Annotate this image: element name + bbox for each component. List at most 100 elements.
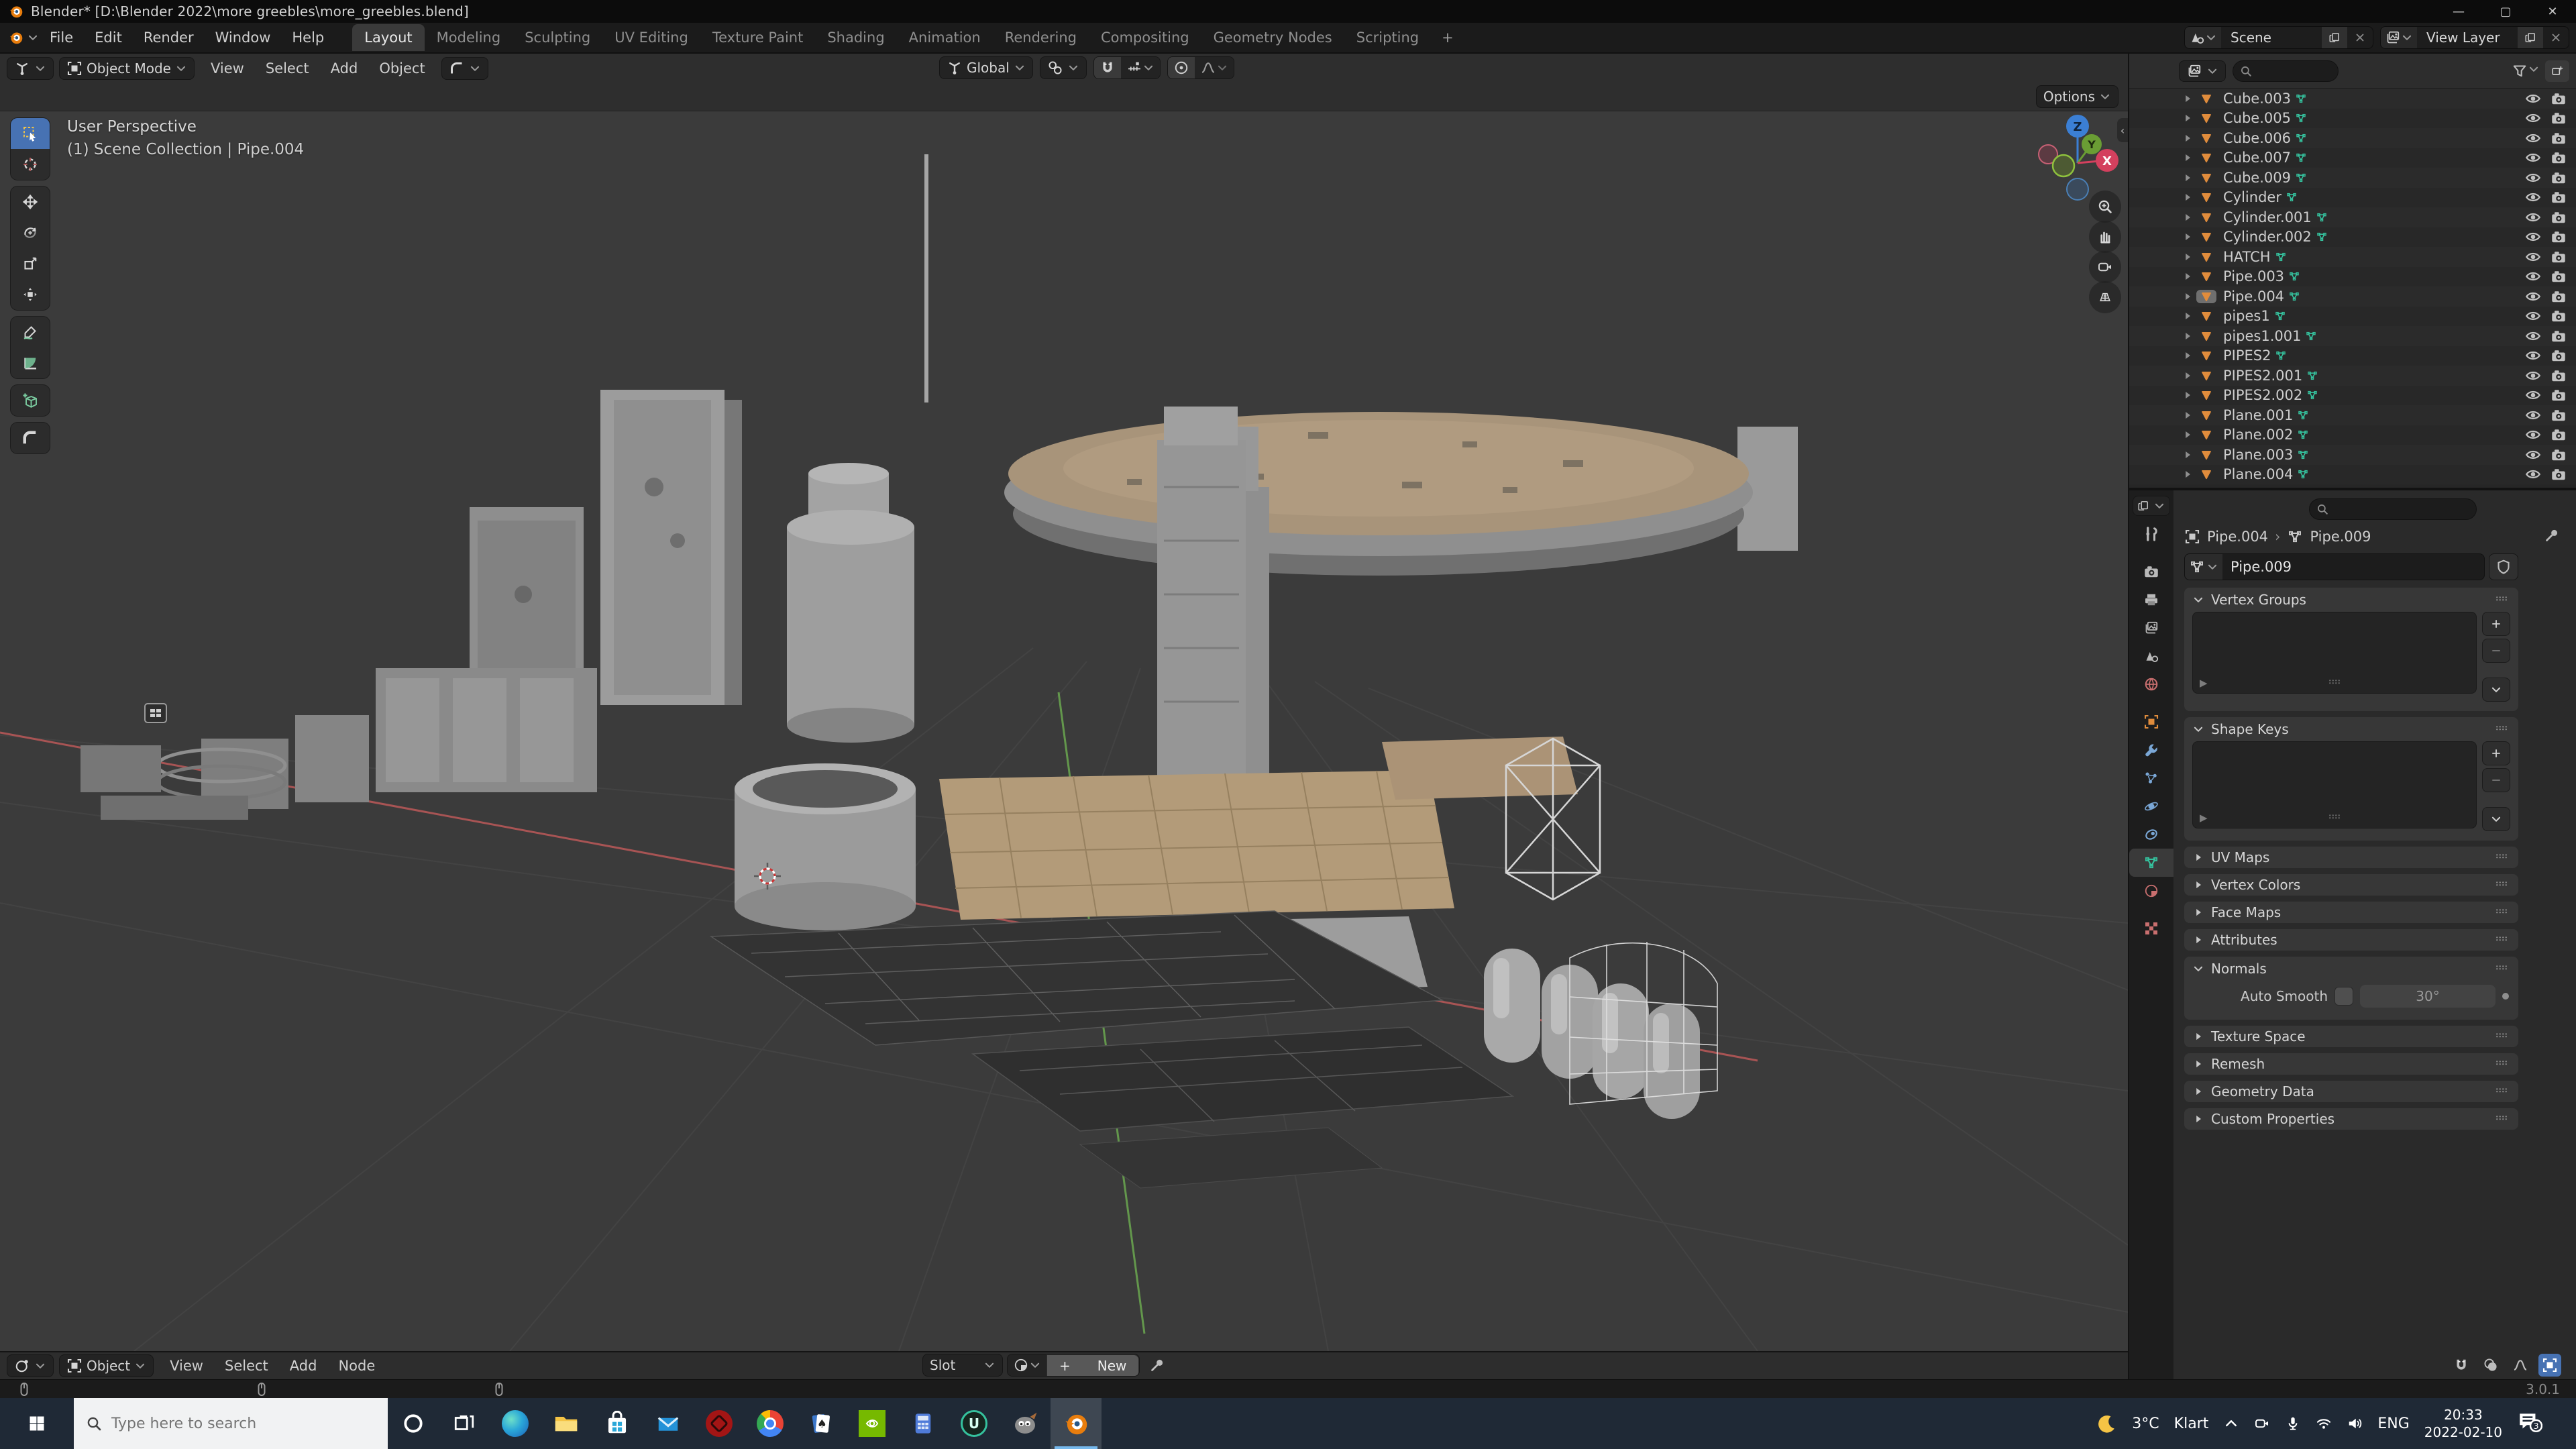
maximize-button[interactable]: ▢ bbox=[2482, 0, 2529, 23]
notification-center-button[interactable]: 3 bbox=[2517, 1410, 2546, 1437]
section-vertex-colors[interactable]: Vertex Colors bbox=[2184, 874, 2518, 896]
scale-tool[interactable] bbox=[11, 248, 50, 279]
measure-tool[interactable] bbox=[11, 347, 50, 378]
drag-grip-icon[interactable] bbox=[2493, 849, 2510, 865]
disable-in-render-camera-icon[interactable] bbox=[2551, 447, 2567, 463]
tab-physics[interactable] bbox=[2129, 792, 2174, 820]
section-header[interactable]: Shape Keys bbox=[2192, 717, 2510, 741]
disable-in-render-camera-icon[interactable] bbox=[2551, 170, 2567, 186]
hide-in-viewport-eye-icon[interactable] bbox=[2525, 110, 2541, 126]
viewport-3d-scene[interactable] bbox=[0, 111, 2128, 1351]
auto-smooth-checkbox[interactable] bbox=[2334, 987, 2353, 1006]
outliner-row[interactable]: HATCH bbox=[2129, 247, 2576, 267]
breadcrumb-object[interactable]: Pipe.004 bbox=[2207, 529, 2268, 545]
browse-material-dropdown[interactable] bbox=[1008, 1354, 1046, 1376]
taskbar-search-input[interactable] bbox=[111, 1415, 353, 1432]
overlays-icon[interactable] bbox=[2479, 1354, 2502, 1377]
disable-in-render-camera-icon[interactable] bbox=[2551, 328, 2567, 344]
outliner-row[interactable]: Cube.009 bbox=[2129, 168, 2576, 188]
object-name[interactable]: PIPES2 bbox=[2223, 347, 2271, 364]
workspace-tab[interactable]: Modeling bbox=[425, 24, 513, 51]
workspace-tab[interactable]: Layout bbox=[352, 24, 424, 51]
object-name[interactable]: Plane.001 bbox=[2223, 407, 2293, 423]
hidden-icons-chevron[interactable] bbox=[2223, 1415, 2239, 1432]
taskbar-app-task-view[interactable] bbox=[439, 1398, 490, 1449]
taskbar-app-game[interactable] bbox=[694, 1398, 745, 1449]
drag-grip-icon[interactable] bbox=[2493, 904, 2510, 920]
outliner-row[interactable]: pipes1 bbox=[2129, 307, 2576, 327]
volume-icon[interactable] bbox=[2347, 1415, 2363, 1432]
tab-material[interactable] bbox=[2129, 877, 2174, 905]
menu-item[interactable]: View bbox=[200, 56, 255, 80]
new-view-layer-button[interactable] bbox=[2518, 27, 2543, 48]
tab-scene[interactable] bbox=[2129, 642, 2174, 670]
section-custom-properties[interactable]: Custom Properties bbox=[2184, 1108, 2518, 1130]
drag-grip-icon[interactable] bbox=[2493, 592, 2510, 608]
drag-grip-icon[interactable] bbox=[2493, 1028, 2510, 1044]
outliner-row[interactable]: Plane.002 bbox=[2129, 425, 2576, 445]
menu-item[interactable]: View bbox=[159, 1354, 214, 1378]
taskbar-app-chrome[interactable] bbox=[745, 1398, 796, 1449]
hide-in-viewport-eye-icon[interactable] bbox=[2525, 229, 2541, 245]
snap-magnet-icon[interactable] bbox=[2450, 1354, 2473, 1377]
properties-editor-type-dropdown[interactable] bbox=[2133, 496, 2170, 516]
expand-arrow-icon[interactable] bbox=[2182, 191, 2196, 203]
expand-arrow-icon[interactable] bbox=[2182, 429, 2196, 441]
falloff-icon[interactable] bbox=[2509, 1354, 2532, 1377]
disable-in-render-camera-icon[interactable] bbox=[2551, 288, 2567, 305]
disable-in-render-camera-icon[interactable] bbox=[2551, 268, 2567, 284]
snap-to-dropdown[interactable] bbox=[1121, 57, 1160, 78]
breadcrumb-data[interactable]: Pipe.009 bbox=[2310, 529, 2371, 545]
object-name[interactable]: pipes1 bbox=[2223, 308, 2270, 324]
disable-in-render-camera-icon[interactable] bbox=[2551, 466, 2567, 482]
outliner-row[interactable]: Pipe.004 bbox=[2129, 286, 2576, 307]
drag-grip-icon[interactable] bbox=[2493, 877, 2510, 893]
disable-in-render-camera-icon[interactable] bbox=[2551, 249, 2567, 265]
disable-in-render-camera-icon[interactable] bbox=[2551, 110, 2567, 126]
hide-in-viewport-eye-icon[interactable] bbox=[2525, 249, 2541, 265]
outliner-row[interactable]: PIPES2 bbox=[2129, 346, 2576, 366]
active-tool-icon[interactable] bbox=[2538, 1354, 2561, 1377]
tab-world[interactable] bbox=[2129, 670, 2174, 698]
workspace-tab[interactable]: Compositing bbox=[1089, 24, 1201, 51]
hide-in-viewport-eye-icon[interactable] bbox=[2525, 466, 2541, 482]
object-name[interactable]: PIPES2.001 bbox=[2223, 368, 2302, 384]
expand-arrow-icon[interactable] bbox=[2182, 389, 2196, 401]
editor-type-dropdown[interactable] bbox=[7, 57, 54, 80]
disable-in-render-camera-icon[interactable] bbox=[2551, 368, 2567, 384]
outliner-row[interactable]: Cube.003 bbox=[2129, 89, 2576, 109]
object-name[interactable]: Cylinder.001 bbox=[2223, 209, 2312, 225]
outliner-row[interactable]: PIPES2.002 bbox=[2129, 386, 2576, 406]
object-name[interactable]: Cube.009 bbox=[2223, 170, 2291, 186]
taskbar-app-iobit-uninstaller[interactable]: U bbox=[949, 1398, 1000, 1449]
outliner-row[interactable]: Cylinder.002 bbox=[2129, 227, 2576, 248]
menu-item[interactable]: Add bbox=[320, 56, 369, 80]
weather-description[interactable]: Klart bbox=[2174, 1415, 2209, 1432]
expand-arrow-icon[interactable] bbox=[2182, 211, 2196, 223]
menu-item[interactable]: Object bbox=[368, 56, 435, 80]
transform-tool[interactable] bbox=[11, 279, 50, 310]
wifi-icon[interactable] bbox=[2316, 1415, 2332, 1432]
section-uv-maps[interactable]: UV Maps bbox=[2184, 847, 2518, 868]
camera-tray-icon[interactable] bbox=[2254, 1415, 2270, 1432]
section-texture-space[interactable]: Texture Space bbox=[2184, 1026, 2518, 1047]
hide-in-viewport-eye-icon[interactable] bbox=[2525, 347, 2541, 364]
hide-in-viewport-eye-icon[interactable] bbox=[2525, 387, 2541, 403]
view-layer-name[interactable]: View Layer bbox=[2417, 30, 2518, 46]
hide-in-viewport-eye-icon[interactable] bbox=[2525, 170, 2541, 186]
workspace-tab[interactable]: Sculpting bbox=[513, 24, 602, 51]
object-name[interactable]: Plane.002 bbox=[2223, 427, 2293, 443]
outliner-search-input[interactable] bbox=[2233, 60, 2339, 82]
outliner-row[interactable]: Plane.004 bbox=[2129, 465, 2576, 485]
minimize-button[interactable]: — bbox=[2435, 0, 2482, 23]
outliner-row[interactable]: Cube.006 bbox=[2129, 128, 2576, 148]
object-name[interactable]: Cube.007 bbox=[2223, 150, 2291, 166]
fake-user-shield-button[interactable] bbox=[2489, 553, 2518, 580]
taskbar-app-file-explorer[interactable] bbox=[541, 1398, 592, 1449]
tab-constraints[interactable] bbox=[2129, 820, 2174, 849]
ortho-grid-button[interactable] bbox=[2089, 281, 2121, 313]
slot-dropdown[interactable]: Slot bbox=[922, 1354, 1003, 1377]
workspace-tab[interactable]: Shading bbox=[815, 24, 896, 51]
workspace-tab[interactable]: UV Editing bbox=[602, 24, 700, 51]
editor-type-dropdown[interactable] bbox=[7, 1354, 54, 1377]
